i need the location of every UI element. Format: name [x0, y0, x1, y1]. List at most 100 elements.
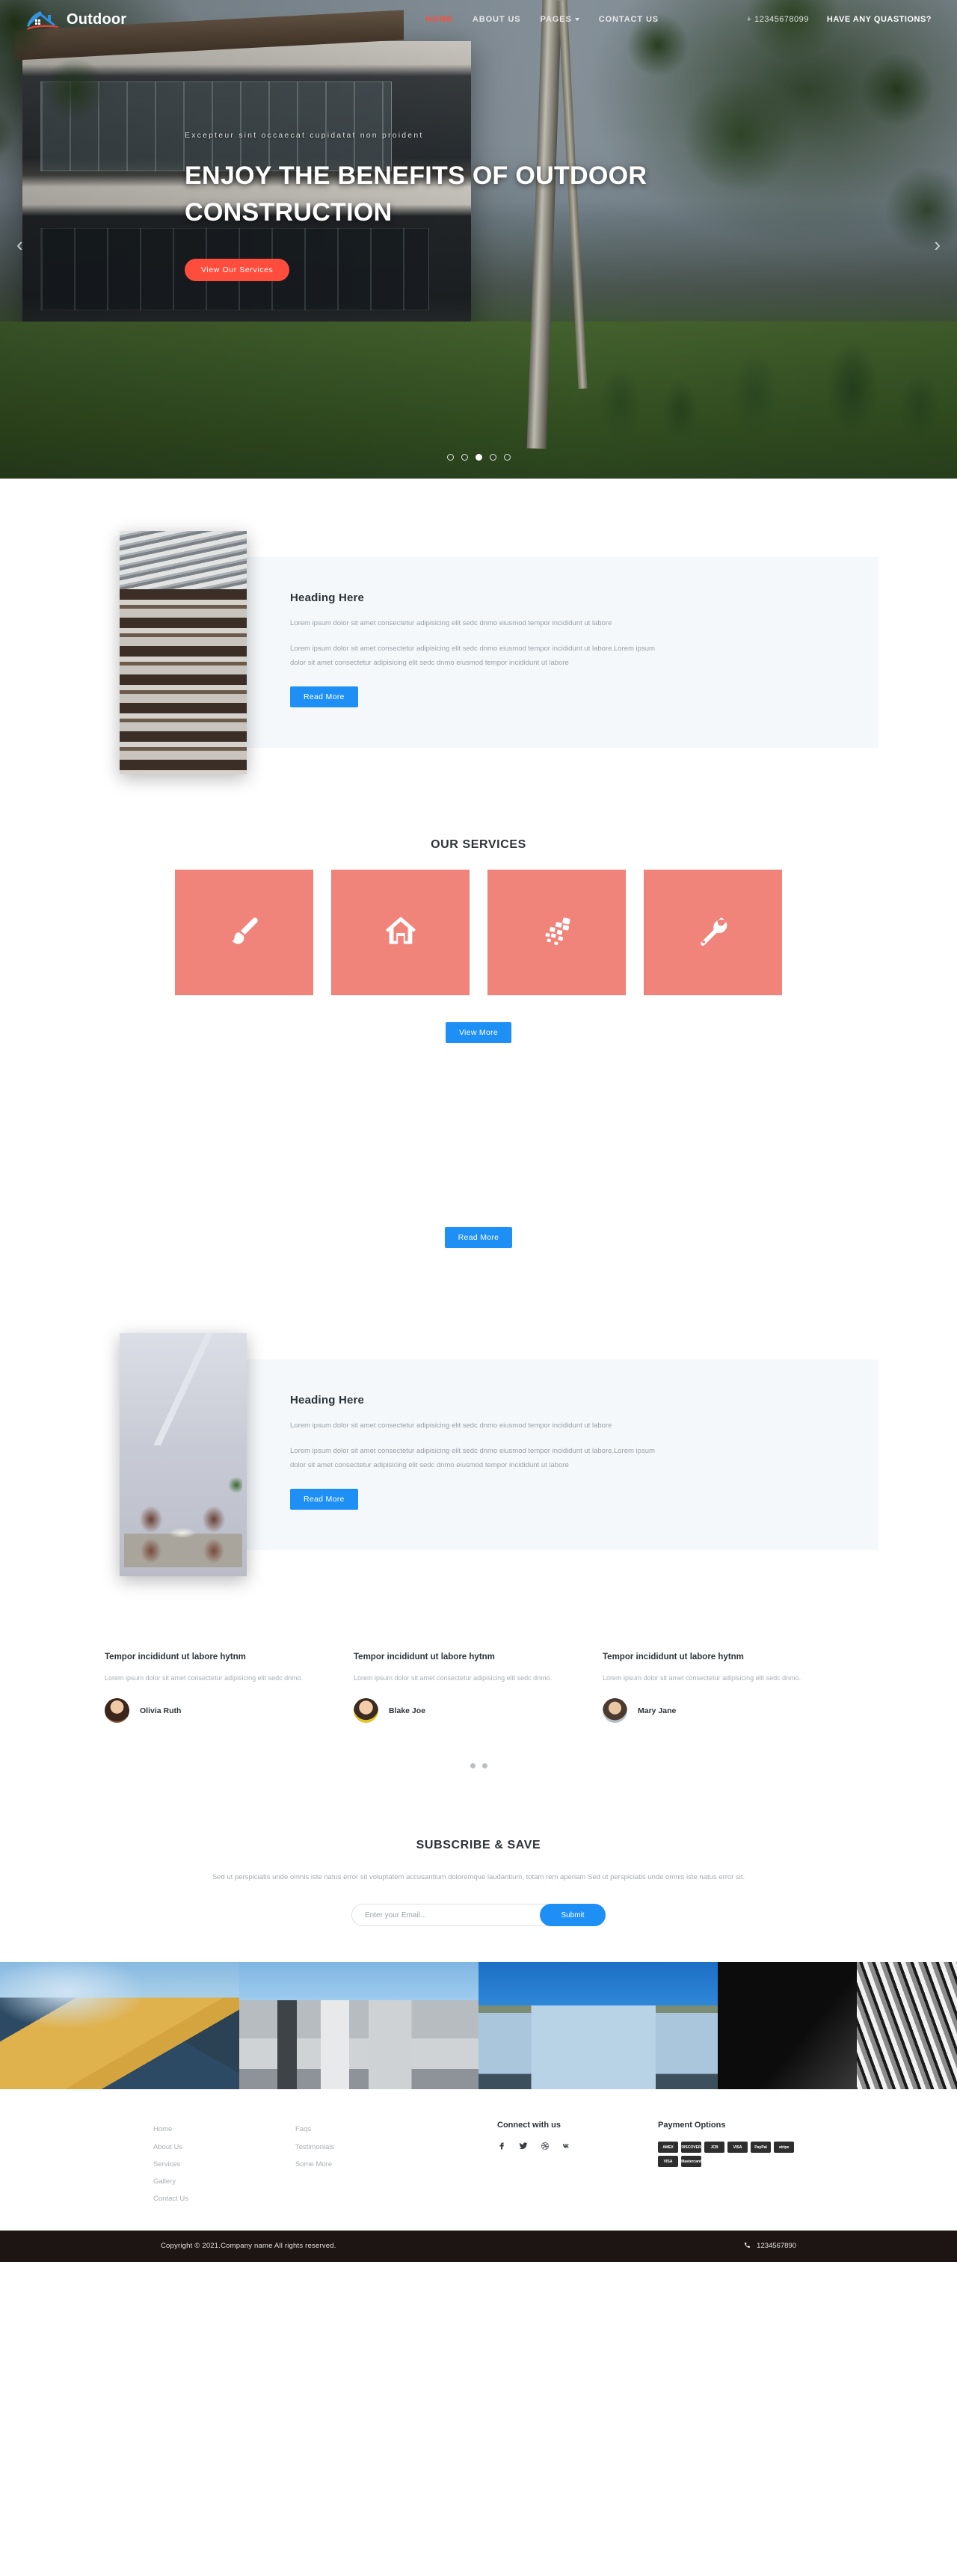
twitter-icon[interactable]	[519, 2142, 528, 2151]
visa-icon-2: VISA	[658, 2156, 678, 2168]
testimonials-grid: Tempor incididunt ut labore hytnm Lorem …	[105, 1651, 852, 1724]
testimonials-section: Tempor incididunt ut labore hytnm Lorem …	[0, 1621, 957, 1814]
service-card-repair[interactable]	[644, 870, 782, 995]
nav-item-contact-us[interactable]: CONTACT US	[599, 15, 659, 24]
testimonial-name: Mary Jane	[638, 1706, 677, 1715]
nav-item-about-us[interactable]: ABOUT US	[473, 15, 521, 24]
footer-link-contact-us[interactable]: Contact Us	[153, 2190, 295, 2207]
subscribe-title: SUBSCRIBE & SAVE	[416, 1839, 541, 1852]
footer-link-gallery[interactable]: Gallery	[153, 2173, 295, 2190]
jcb-icon: JCB	[704, 2142, 724, 2154]
testimonial-author: Blake Joe	[354, 1698, 564, 1724]
view-our-services-button[interactable]: View Our Services	[185, 258, 290, 281]
testimonial-dot-2[interactable]	[481, 1763, 487, 1769]
header-contact: + 12345678099 HAVE ANY QUASTIONS?	[747, 15, 932, 24]
service-card-painting[interactable]	[175, 870, 313, 995]
testimonial-name: Blake Joe	[389, 1706, 426, 1715]
testimonial-author: Mary Jane	[603, 1698, 813, 1724]
wrench-icon	[696, 914, 730, 952]
amex-icon: AMEX	[658, 2142, 678, 2154]
submit-button[interactable]: Submit	[540, 1904, 606, 1927]
hero-carousel: Outdoor HOME ABOUT US PAGES CONTACT US +…	[0, 0, 957, 479]
services-title: OUR SERVICES	[431, 838, 526, 851]
feature-paragraph-2a: Lorem ipsum dolor sit amet consectetur a…	[290, 1421, 612, 1430]
site-header: Outdoor HOME ABOUT US PAGES CONTACT US +…	[0, 0, 957, 39]
connect-title: Connect with us	[497, 2121, 561, 2130]
facebook-icon[interactable]	[497, 2142, 506, 2151]
brand-logo-link[interactable]: Outdoor	[25, 8, 126, 31]
testimonial-card: Tempor incididunt ut labore hytnm Lorem …	[603, 1651, 852, 1724]
read-more-button-1[interactable]: Read More	[290, 686, 358, 707]
dribbble-icon[interactable]	[541, 2142, 550, 2151]
carousel-dot-1[interactable]	[446, 454, 454, 461]
footer-link-testimonials[interactable]: Testimonials	[295, 2139, 497, 2156]
header-phone[interactable]: + 12345678099	[747, 15, 809, 24]
carousel-next-arrow[interactable]: ›	[934, 233, 941, 256]
main-nav: HOME ABOUT US PAGES CONTACT US	[425, 15, 659, 24]
testimonial-card: Tempor incididunt ut labore hytnm Lorem …	[354, 1651, 603, 1724]
page-root: Outdoor HOME ABOUT US PAGES CONTACT US +…	[0, 0, 957, 2262]
services-grid	[0, 870, 957, 995]
email-input[interactable]	[351, 1904, 552, 1927]
footer-link-about-us[interactable]: About Us	[153, 2139, 295, 2156]
strip-image-golden-dome[interactable]	[0, 1962, 239, 2090]
footer-link-faqs[interactable]: Faqs	[295, 2121, 497, 2138]
services-section: OUR SERVICES View More	[0, 804, 957, 1066]
paypal-icon: PayPal	[751, 2142, 771, 2154]
testimonial-heading: Tempor incididunt ut labore hytnm	[603, 1653, 744, 1662]
footer-columns: Home About Us Services Gallery Contact U…	[153, 2121, 804, 2207]
strip-image-city-hall[interactable]	[239, 1962, 478, 2090]
hero-content: Excepteur sint occaecat cupidatat non pr…	[185, 131, 648, 281]
home-icon	[384, 914, 418, 952]
subscribe-section: SUBSCRIBE & SAVE Sed ut perspiciatis und…	[0, 1813, 957, 1963]
read-more-button-2[interactable]: Read More	[290, 1489, 358, 1510]
strip-image-fanned-facade[interactable]	[718, 1962, 957, 2090]
service-card-bricks[interactable]	[487, 870, 626, 995]
copyright-text: Copyright © 2021.Company name All rights…	[161, 2242, 336, 2251]
nav-label: CONTACT US	[598, 15, 659, 24]
mastercard-icon: Mastercard	[681, 2156, 701, 2168]
gallery-section: Read More	[0, 1066, 957, 1311]
avatar	[354, 1698, 378, 1724]
feature-heading-2: Heading Here	[290, 1394, 365, 1407]
service-card-home[interactable]	[331, 870, 470, 995]
carousel-dot-5[interactable]	[503, 454, 511, 461]
nav-item-home[interactable]: HOME	[425, 15, 453, 24]
avatar	[603, 1698, 627, 1724]
testimonial-carousel-dots	[0, 1763, 957, 1769]
testimonial-dot-1[interactable]	[470, 1763, 476, 1769]
phone-icon	[744, 2242, 751, 2251]
testimonial-name: Olivia Ruth	[140, 1706, 182, 1715]
feature-heading-1: Heading Here	[290, 591, 365, 604]
header-questions-label: HAVE ANY QUASTIONS?	[826, 15, 932, 24]
social-links	[497, 2142, 658, 2151]
strip-image-blue-storefront[interactable]	[478, 1962, 718, 2090]
feature-panel-2: Heading Here Lorem ipsum dolor sit amet …	[215, 1359, 878, 1550]
footer-link-services[interactable]: Services	[153, 2156, 295, 2173]
testimonial-text: Lorem ipsum dolor sit amet consectetur a…	[105, 1674, 304, 1682]
testimonial-heading: Tempor incididunt ut labore hytnm	[105, 1653, 246, 1662]
carousel-dot-3[interactable]	[475, 454, 482, 461]
carousel-prev-arrow[interactable]: ‹	[16, 233, 23, 256]
footer-payments: Payment Options AMEX DISCOVER JCB VISA P…	[658, 2121, 804, 2207]
footer-connect: Connect with us	[497, 2121, 658, 2207]
nav-item-pages[interactable]: PAGES	[541, 15, 579, 24]
footer-link-some-more[interactable]: Some More	[295, 2156, 497, 2173]
testimonial-heading: Tempor incididunt ut labore hytnm	[354, 1653, 495, 1662]
carousel-dot-2[interactable]	[461, 454, 468, 461]
feature-section-1: Heading Here Lorem ipsum dolor sit amet …	[0, 479, 957, 804]
footer-link-home[interactable]: Home	[153, 2121, 295, 2138]
copyright-bar: Copyright © 2021.Company name All rights…	[0, 2230, 957, 2262]
subscribe-form: Submit	[0, 1904, 957, 1927]
footer-phone[interactable]: 1234567890	[744, 2242, 796, 2251]
paint-brush-icon	[227, 914, 262, 952]
vk-icon[interactable]	[562, 2142, 571, 2151]
avatar	[105, 1698, 129, 1724]
visa-icon: VISA	[727, 2142, 748, 2154]
gallery-read-more-button[interactable]: Read More	[444, 1227, 513, 1248]
hero-title: ENJOY THE BENEFITS OF OUTDOOR CONSTRUCTI…	[185, 162, 647, 227]
testimonial-author: Olivia Ruth	[105, 1698, 315, 1724]
carousel-dot-4[interactable]	[489, 454, 496, 461]
testimonial-text: Lorem ipsum dolor sit amet consectetur a…	[603, 1674, 801, 1682]
view-more-button[interactable]: View More	[445, 1022, 512, 1043]
